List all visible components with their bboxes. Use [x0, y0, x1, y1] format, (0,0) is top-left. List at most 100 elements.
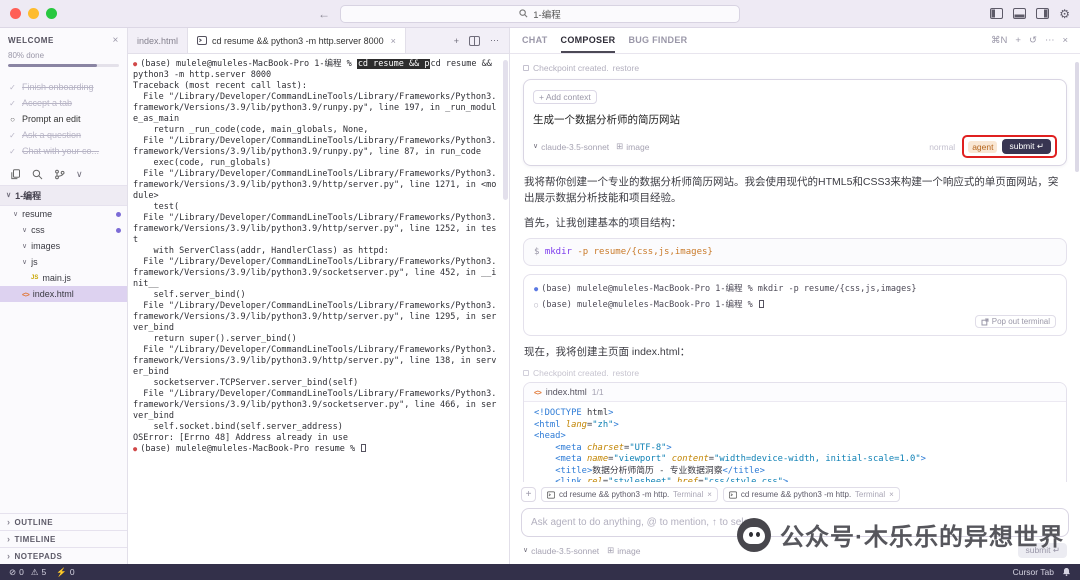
problems-indicator[interactable]: ⊘0 ⚠5 [9, 567, 46, 578]
zoom-window-button[interactable] [46, 8, 57, 19]
command-pending-dot: ○ [534, 301, 538, 309]
tab-composer[interactable]: COMPOSER [561, 28, 616, 53]
close-icon[interactable]: × [707, 490, 712, 499]
checkpoint-restore-link[interactable]: restore [613, 368, 639, 378]
tree-folder-images[interactable]: ∨images [0, 238, 127, 254]
editor-scrollbar[interactable] [503, 60, 508, 200]
panel-notepads[interactable]: ›NOTEPADS [0, 547, 127, 564]
more-icon[interactable]: ⋯ [1045, 35, 1055, 46]
tab-chat[interactable]: CHAT [522, 28, 548, 53]
user-prompt-text: 生成一个数据分析师的简历网站 [533, 112, 1057, 127]
tree-item-label: css [31, 225, 45, 235]
close-icon[interactable]: × [391, 36, 396, 46]
window-controls [10, 8, 57, 19]
toggle-bottom-panel-icon[interactable] [1013, 8, 1026, 19]
chip-kind-label: Terminal [855, 490, 885, 499]
terminal-line: ●(base) mulele@muleles-MacBook-Pro resum… [133, 444, 501, 455]
highlighted-command: cd resume && p [357, 59, 431, 69]
close-window-button[interactable] [10, 8, 21, 19]
more-actions-icon[interactable]: ⋯ [490, 35, 499, 46]
git-branch-icon[interactable] [54, 169, 65, 180]
traceback-line: self.server_bind() [133, 290, 501, 301]
code-block-index-html[interactable]: <> index.html 1/1 <!DOCTYPE html><html l… [523, 382, 1067, 482]
tree-file-main.js[interactable]: JSmain.js [0, 270, 127, 286]
add-chip-plus-icon[interactable]: + [521, 487, 536, 502]
shell-command-block[interactable]: $ mkdir -p resume/{css,js,images} [523, 238, 1067, 266]
tab-index-html[interactable]: index.html [128, 28, 188, 53]
editor-group: index.html cd resume && python3 -m http.… [128, 28, 510, 564]
tree-folder-css[interactable]: ∨css [0, 222, 127, 238]
composer-panel: CHAT COMPOSER BUG FINDER ⌘N + ↺ ⋯ × Chec… [510, 28, 1080, 564]
new-tab-plus-icon[interactable]: + [454, 36, 459, 46]
close-icon[interactable]: × [1062, 35, 1068, 46]
bell-icon[interactable] [1062, 567, 1071, 577]
tab-bug-finder[interactable]: BUG FINDER [628, 28, 687, 53]
command-failed-dot: ● [133, 445, 137, 453]
shell-args: -p resume/{css,js,images} [577, 247, 712, 257]
chat-scrollbar[interactable] [1075, 62, 1079, 172]
chat-input[interactable] [521, 508, 1069, 537]
app-window: ← → 1-编程 ⚙ WELCOME × 80% done ✓Finish on… [0, 0, 1080, 580]
welcome-task[interactable]: ✓Accept a tab [0, 95, 127, 111]
welcome-progress-label: 80% done [0, 48, 127, 60]
settings-gear-icon[interactable]: ⚙ [1059, 7, 1070, 21]
panel-outline[interactable]: ›OUTLINE [0, 513, 127, 530]
model-selector[interactable]: ∨claude-3.5-sonnet [523, 546, 599, 556]
welcome-task[interactable]: ✓Finish onboarding [0, 79, 127, 95]
close-icon[interactable]: × [113, 35, 119, 46]
traceback-line: exec(code, run_globals) [133, 158, 501, 169]
tree-file-index.html[interactable]: <>index.html [0, 286, 127, 302]
terminal-output[interactable]: ●(base) mulele@muleles-MacBook-Pro 1-编程 … [128, 54, 509, 564]
mode-normal-label[interactable]: normal [929, 142, 955, 152]
files-icon[interactable] [10, 169, 21, 180]
mode-agent-label[interactable]: agent [968, 141, 997, 153]
chevron-right-icon: › [7, 551, 11, 561]
welcome-progress-bar [8, 64, 119, 67]
pop-out-terminal-button[interactable]: Pop out terminal [975, 315, 1056, 328]
model-selector[interactable]: ∨claude-3.5-sonnet [533, 142, 609, 152]
submit-button[interactable]: submit ↵ [1002, 139, 1051, 154]
welcome-task[interactable]: ✓Ask a question [0, 127, 127, 143]
image-button[interactable]: ⊞image [616, 141, 649, 152]
code-lines: <!DOCTYPE html><html lang="zh"><head> <m… [524, 402, 1066, 482]
close-icon[interactable]: × [889, 490, 894, 499]
toggle-left-panel-icon[interactable] [990, 8, 1003, 19]
image-button[interactable]: ⊞image [607, 545, 640, 556]
add-context-button[interactable]: + Add context [533, 90, 597, 104]
new-chat-plus-icon[interactable]: + [1015, 35, 1021, 46]
terminal-chip[interactable]: cd resume && python3 -m http.s...Termina… [541, 487, 718, 502]
code-block-header[interactable]: <> index.html 1/1 [524, 383, 1066, 402]
toggle-right-panel-icon[interactable] [1036, 8, 1049, 19]
command-center-search[interactable]: 1-编程 [340, 5, 740, 23]
welcome-task[interactable]: ○Prompt an edit [0, 111, 127, 127]
terminal-icon [197, 36, 207, 45]
search-icon[interactable] [32, 169, 43, 180]
submit-button-disabled[interactable]: submit ↵ [1018, 543, 1067, 558]
welcome-progress-fill [8, 64, 97, 67]
traceback-line: File "/Library/Developer/CommandLineTool… [133, 257, 501, 290]
tab-terminal[interactable]: cd resume && python3 -m http.server 8000… [188, 28, 406, 53]
chip-label: cd resume && python3 -m http.s... [741, 490, 851, 499]
chat-terminal-block[interactable]: ●(base) mulele@muleles-MacBook-Pro 1-编程 … [523, 274, 1067, 336]
tree-folder-js[interactable]: ∨js [0, 254, 127, 270]
chip-kind-label: Terminal [673, 490, 703, 499]
checkpoint-restore-link[interactable]: restore [613, 63, 639, 73]
code-block-badge: 1/1 [592, 387, 604, 397]
workspace-header[interactable]: ∨ 1-编程 [0, 185, 127, 206]
history-icon[interactable]: ↺ [1029, 35, 1037, 46]
back-button[interactable]: ← [318, 7, 330, 21]
split-editor-icon[interactable] [469, 36, 480, 46]
ports-indicator[interactable]: ⚡0 [56, 567, 74, 578]
cursor-tab-status[interactable]: Cursor Tab [1013, 567, 1054, 577]
terminal-chip[interactable]: cd resume && python3 -m http.s... Termina… [723, 487, 900, 502]
chevron-down-icon: ∨ [22, 259, 27, 266]
composer-input-box[interactable]: + Add context 生成一个数据分析师的简历网站 ∨claude-3.5… [523, 79, 1067, 166]
command-failed-dot: ● [133, 60, 137, 68]
welcome-task[interactable]: ✓Chat with your co... [0, 143, 127, 159]
tree-folder-resume[interactable]: ∨resume [0, 206, 127, 222]
panel-timeline[interactable]: ›TIMELINE [0, 530, 127, 547]
chevron-down-icon[interactable]: ∨ [76, 170, 83, 179]
traceback-line: OSError: [Errno 48] Address already in u… [133, 433, 501, 444]
chat-scroll-area[interactable]: Checkpoint created. restore + Add contex… [510, 54, 1080, 482]
minimize-window-button[interactable] [28, 8, 39, 19]
